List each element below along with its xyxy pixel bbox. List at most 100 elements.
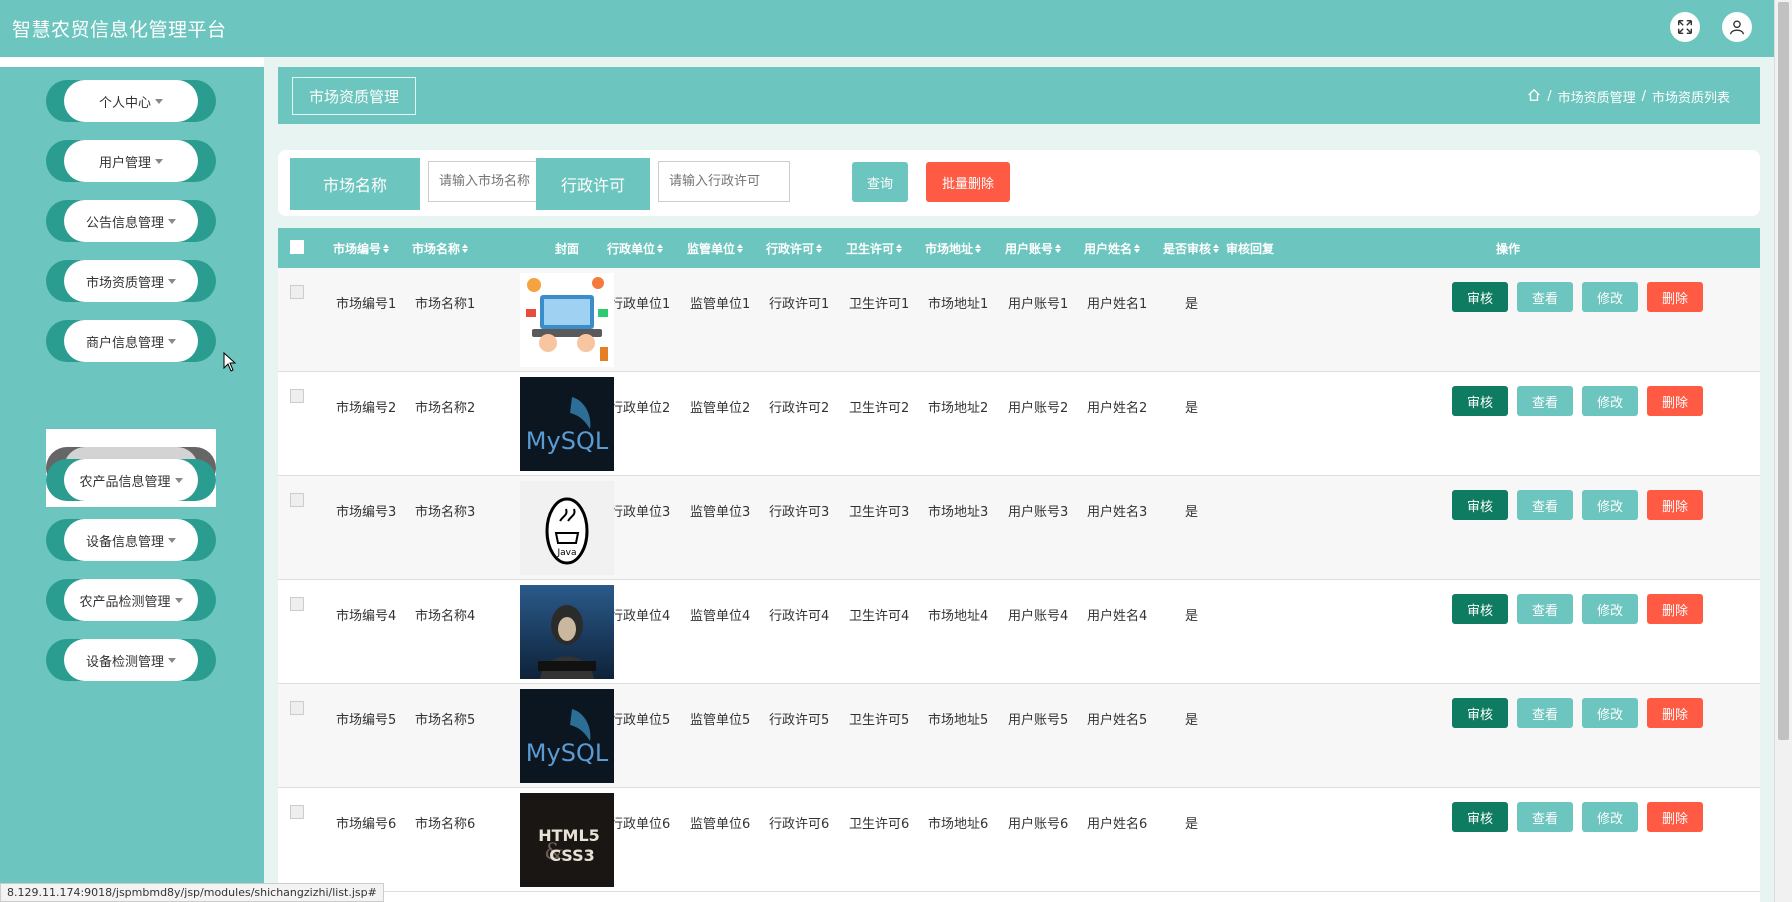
audit-button[interactable]: 审核 bbox=[1452, 490, 1508, 520]
sidebar-item-user-management[interactable]: 用户管理 bbox=[46, 140, 216, 182]
cell-audited: 是 bbox=[1185, 297, 1199, 312]
audit-button[interactable]: 审核 bbox=[1452, 386, 1508, 416]
row-checkbox[interactable] bbox=[290, 805, 304, 819]
column-header[interactable]: 行政单位 bbox=[600, 228, 670, 268]
caret-down-icon bbox=[168, 278, 176, 284]
home-icon[interactable] bbox=[1527, 88, 1541, 106]
caret-down-icon bbox=[168, 218, 176, 224]
column-header[interactable]: 用户姓名 bbox=[1077, 228, 1147, 268]
sidebar-item-notice-management[interactable]: 公告信息管理 bbox=[46, 200, 216, 242]
mouse-cursor-icon bbox=[223, 352, 237, 372]
delete-button[interactable]: 删除 bbox=[1647, 386, 1703, 416]
row-checkbox[interactable] bbox=[290, 389, 304, 403]
cell-admin: 行政单位3 bbox=[610, 505, 671, 520]
cell-name: 市场名称6 bbox=[415, 817, 476, 832]
audit-button[interactable]: 审核 bbox=[1452, 802, 1508, 832]
sidebar-item-label: 设备信息管理 bbox=[85, 534, 164, 550]
cell-account: 用户账号1 bbox=[1008, 297, 1069, 312]
cell-super: 监管单位1 bbox=[690, 297, 751, 312]
sort-icon bbox=[462, 243, 468, 253]
delete-button[interactable]: 删除 bbox=[1647, 802, 1703, 832]
select-all-checkbox[interactable] bbox=[290, 240, 304, 254]
column-header[interactable]: 市场名称 bbox=[405, 228, 475, 268]
cell-user: 用户姓名4 bbox=[1087, 609, 1148, 624]
caret-down-icon bbox=[168, 537, 176, 543]
table-row: 市场编号2 市场名称2 行政单位2 监管单位2 行政许可2 卫生许可2 市场地址2 用户账号2… bbox=[278, 372, 1760, 476]
vertical-scrollbar[interactable] bbox=[1774, 0, 1792, 902]
row-checkbox[interactable] bbox=[290, 701, 304, 715]
row-checkbox[interactable] bbox=[290, 597, 304, 611]
sidebar-item-product-management[interactable]: 农产品信息管理 bbox=[46, 459, 216, 501]
view-button[interactable]: 查看 bbox=[1517, 698, 1573, 728]
row-checkbox[interactable] bbox=[290, 285, 304, 299]
edit-button[interactable]: 修改 bbox=[1582, 802, 1638, 832]
sidebar-item-label: 公告信息管理 bbox=[85, 215, 164, 231]
sort-icon bbox=[1055, 243, 1061, 253]
cell-code: 市场编号1 bbox=[336, 297, 397, 312]
cell-health: 卫生许可3 bbox=[849, 505, 910, 520]
audit-button[interactable]: 审核 bbox=[1452, 282, 1508, 312]
cell-license: 行政许可4 bbox=[769, 609, 830, 624]
cell-code: 市场编号6 bbox=[336, 817, 397, 832]
view-button[interactable]: 查看 bbox=[1517, 386, 1573, 416]
app-title: 智慧农贸信息化管理平台 bbox=[12, 19, 227, 41]
user-avatar-button[interactable] bbox=[1722, 12, 1752, 42]
column-header[interactable]: 市场编号 bbox=[326, 228, 396, 268]
column-header[interactable]: 市场地址 bbox=[918, 228, 988, 268]
cell-admin: 行政单位1 bbox=[610, 297, 671, 312]
sidebar-item-personal-center[interactable]: 个人中心 bbox=[46, 80, 216, 122]
sidebar-item-product-inspection[interactable]: 农产品检测管理 bbox=[46, 579, 216, 621]
sidebar-item-label: 设备检测管理 bbox=[85, 654, 164, 670]
audit-button[interactable]: 审核 bbox=[1452, 594, 1508, 624]
cell-health: 卫生许可6 bbox=[849, 817, 910, 832]
status-url: 8.129.11.174:9018/jspmbmd8y/jsp/modules/… bbox=[0, 883, 384, 902]
column-header[interactable]: 是否审核 bbox=[1156, 228, 1226, 268]
edit-button[interactable]: 修改 bbox=[1582, 386, 1638, 416]
cell-health: 卫生许可2 bbox=[849, 401, 910, 416]
view-button[interactable]: 查看 bbox=[1517, 802, 1573, 832]
license-label: 行政许可 bbox=[536, 158, 650, 210]
breadcrumb: / 市场资质管理 / 市场资质列表 bbox=[1527, 87, 1730, 106]
edit-button[interactable]: 修改 bbox=[1582, 282, 1638, 312]
cell-account: 用户账号6 bbox=[1008, 817, 1069, 832]
table-row: 市场编号5 市场名称5 行政单位5 监管单位5 行政许可5 卫生许可5 市场地址5 用户账号5… bbox=[278, 684, 1760, 788]
cell-super: 监管单位5 bbox=[690, 713, 751, 728]
cell-health: 卫生许可1 bbox=[849, 297, 910, 312]
edit-button[interactable]: 修改 bbox=[1582, 698, 1638, 728]
cell-addr: 市场地址1 bbox=[928, 297, 989, 312]
cell-user: 用户姓名5 bbox=[1087, 713, 1148, 728]
sidebar-item-device-inspection[interactable]: 设备检测管理 bbox=[46, 639, 216, 681]
delete-button[interactable]: 删除 bbox=[1647, 594, 1703, 624]
scrollbar-thumb[interactable] bbox=[1778, 2, 1789, 740]
cell-addr: 市场地址4 bbox=[928, 609, 989, 624]
delete-button[interactable]: 删除 bbox=[1647, 698, 1703, 728]
view-button[interactable]: 查看 bbox=[1517, 282, 1573, 312]
cell-code: 市场编号4 bbox=[336, 609, 397, 624]
cell-account: 用户账号2 bbox=[1008, 401, 1069, 416]
sort-icon bbox=[1134, 243, 1140, 253]
user-icon bbox=[1730, 20, 1744, 35]
column-header[interactable]: 卫生许可 bbox=[839, 228, 909, 268]
edit-button[interactable]: 修改 bbox=[1582, 594, 1638, 624]
sidebar-item-market-qualification[interactable]: 市场资质管理 bbox=[46, 260, 216, 302]
sidebar-item-merchant-management[interactable]: 商户信息管理 bbox=[46, 320, 216, 362]
view-button[interactable]: 查看 bbox=[1517, 490, 1573, 520]
column-header[interactable]: 监管单位 bbox=[680, 228, 750, 268]
query-button[interactable]: 查询 bbox=[852, 162, 908, 202]
row-checkbox[interactable] bbox=[290, 493, 304, 507]
fullscreen-button[interactable] bbox=[1670, 12, 1700, 42]
data-table: 市场编号 市场名称 封面 行政单位 监管单位 行政许可 卫生许可 市场地址 用户… bbox=[278, 228, 1760, 902]
view-button[interactable]: 查看 bbox=[1517, 594, 1573, 624]
cell-code: 市场编号5 bbox=[336, 713, 397, 728]
audit-button[interactable]: 审核 bbox=[1452, 698, 1508, 728]
batch-delete-button[interactable]: 批量删除 bbox=[926, 162, 1010, 202]
delete-button[interactable]: 删除 bbox=[1647, 490, 1703, 520]
delete-button[interactable]: 删除 bbox=[1647, 282, 1703, 312]
edit-button[interactable]: 修改 bbox=[1582, 490, 1638, 520]
column-header[interactable]: 行政许可 bbox=[759, 228, 829, 268]
breadcrumb-item[interactable]: 市场资质管理 bbox=[1558, 87, 1636, 106]
cell-addr: 市场地址5 bbox=[928, 713, 989, 728]
column-header[interactable]: 用户账号 bbox=[998, 228, 1068, 268]
license-input[interactable] bbox=[658, 161, 790, 202]
sidebar-item-device-management[interactable]: 设备信息管理 bbox=[46, 519, 216, 561]
